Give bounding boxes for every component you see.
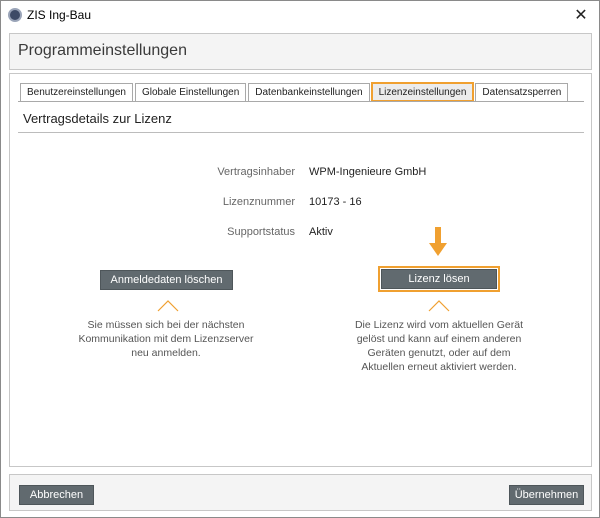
delete-login-desc-line: Kommunikation mit dem Lizenzserver (78, 333, 254, 345)
cancel-button[interactable]: Abbrechen (19, 485, 94, 505)
tab-lizenzeinstellungen[interactable]: Lizenzeinstellungen (370, 82, 475, 102)
tab-datensatzsperren[interactable]: Datensatzsperren (475, 83, 569, 101)
tab-benutzereinstellungen[interactable]: Benutzereinstellungen (20, 83, 133, 101)
tab-globale-einstellungen[interactable]: Globale Einstellungen (134, 83, 247, 101)
release-license-desc-line: Die Lizenz wird vom aktuellen Gerät (354, 319, 524, 331)
caret-up-icon (428, 300, 450, 312)
app-logo-icon (8, 8, 22, 22)
close-button[interactable]: ✕ (563, 1, 599, 29)
license-number-value: 10173 - 16 (309, 196, 362, 208)
tab-bar: Benutzereinstellungen Globale Einstellun… (20, 82, 570, 102)
section-title: Vertragsdetails zur Lizenz (23, 111, 172, 126)
release-license-desc-line: Aktuellen erneut aktiviert werden. (361, 361, 517, 373)
tab-divider (18, 101, 584, 102)
caret-up-icon (157, 300, 179, 312)
title-bar[interactable]: ZIS Ing-Bau ✕ (1, 1, 599, 29)
release-license-button[interactable]: Lizenz lösen (378, 266, 500, 292)
arrow-down-icon (429, 227, 447, 256)
settings-window: ZIS Ing-Bau ✕ Programmeinstellungen Benu… (0, 0, 600, 518)
release-license-desc-line: Geräten genutzt, oder auf dem (367, 347, 511, 359)
footer-panel: Abbrechen Übernehmen (9, 474, 592, 511)
content-panel: Benutzereinstellungen Globale Einstellun… (9, 73, 592, 467)
apply-button[interactable]: Übernehmen (509, 485, 584, 505)
holder-value: WPM-Ingenieure GmbH (309, 166, 427, 178)
page-title: Programmeinstellungen (18, 42, 187, 59)
delete-login-desc-line: neu anmelden. (131, 347, 201, 359)
delete-login-button[interactable]: Anmeldedaten löschen (100, 270, 233, 290)
delete-login-description: Sie müssen sich bei der nächsten Kommuni… (66, 318, 266, 360)
section-divider (18, 132, 584, 133)
release-license-desc-line: gelöst und kann auf einem anderen (356, 333, 522, 345)
delete-login-desc-line: Sie müssen sich bei der nächsten (87, 319, 245, 331)
license-number-label: Lizenznummer (222, 196, 295, 208)
window-title: ZIS Ing-Bau (27, 8, 92, 22)
support-status-label: Supportstatus (227, 226, 295, 238)
release-license-description: Die Lizenz wird vom aktuellen Gerät gelö… (339, 318, 539, 374)
holder-label: Vertragsinhaber (217, 166, 295, 178)
tab-datenbankeinstellungen[interactable]: Datenbankeinstellungen (248, 83, 370, 101)
header-panel: Programmeinstellungen (9, 33, 592, 70)
support-status-value: Aktiv (309, 226, 333, 238)
